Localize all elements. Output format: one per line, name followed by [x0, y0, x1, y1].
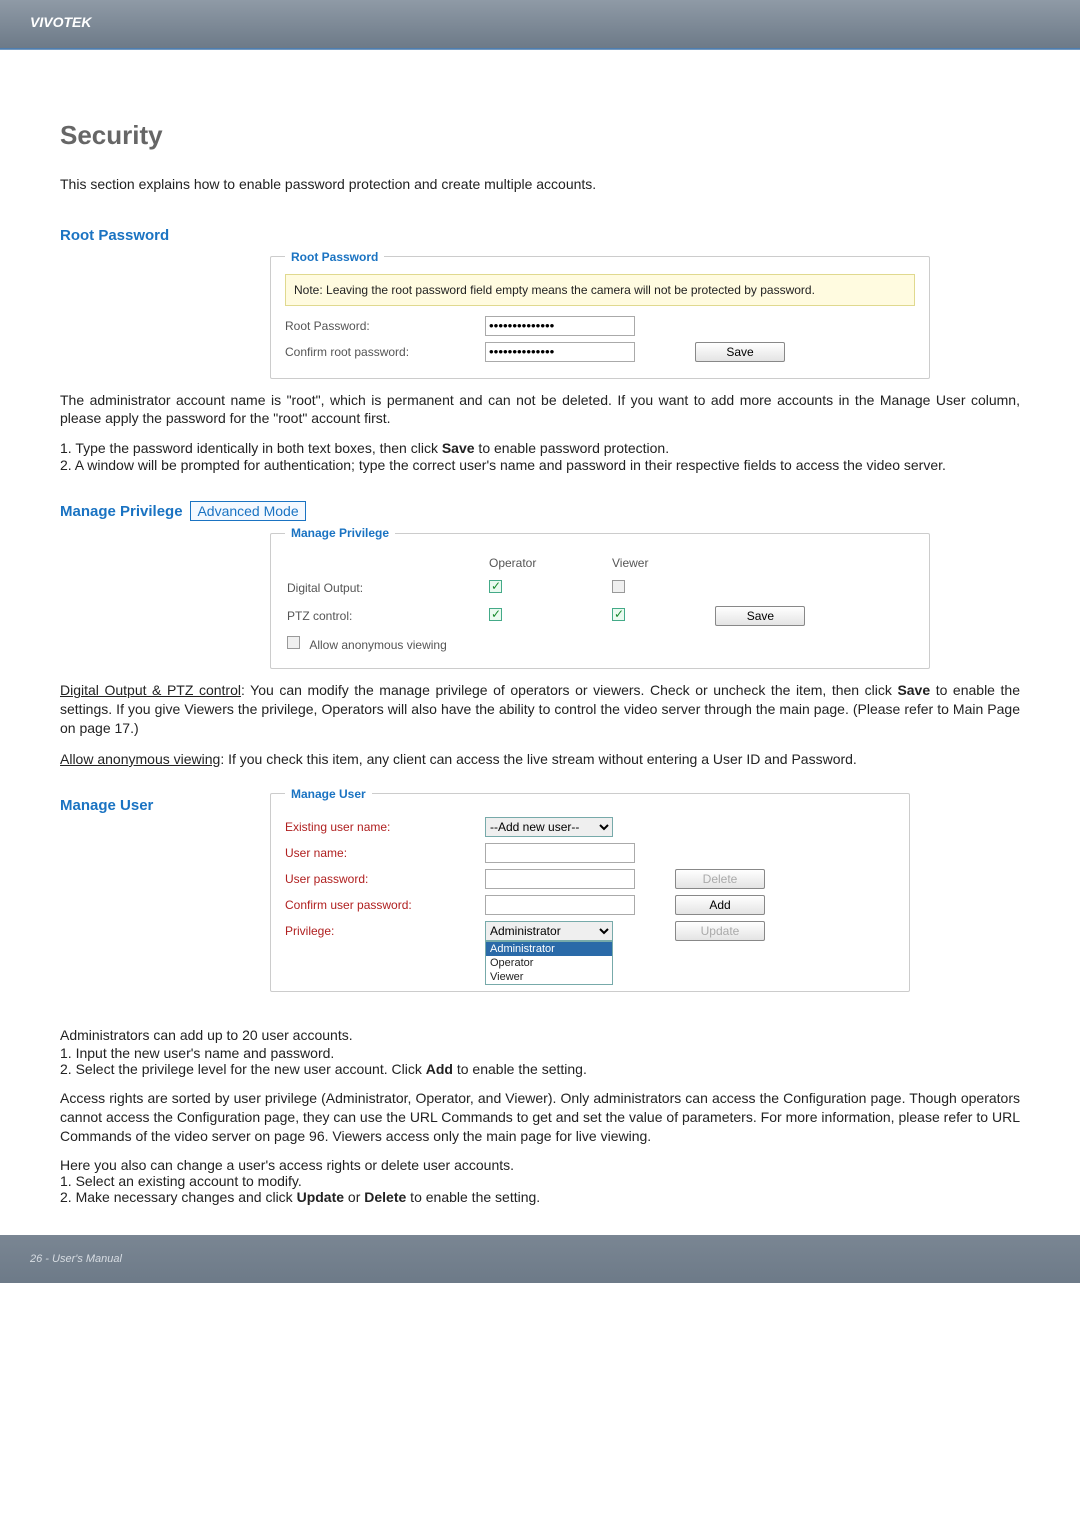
footer-text: 26 - User's Manual	[30, 1253, 122, 1265]
root-password-note: Note: Leaving the root password field em…	[285, 274, 915, 306]
confirm-root-password-input[interactable]	[485, 342, 635, 362]
user-password-input[interactable]	[485, 869, 635, 889]
manage-privilege-panel: Manage Privilege Operator Viewer Digital…	[270, 526, 930, 669]
priv-para-2: Allow anonymous viewing: If you check th…	[60, 750, 1020, 769]
allow-anonymous-checkbox[interactable]	[287, 636, 300, 649]
manage-privilege-legend: Manage Privilege	[285, 526, 395, 540]
advanced-mode-tag: Advanced Mode	[190, 501, 305, 521]
user-para-g: 2. Make necessary changes and click Upda…	[60, 1189, 1020, 1205]
privilege-option-administrator[interactable]: Administrator	[486, 942, 612, 956]
priv-para-1: Digital Output & PTZ control: You can mo…	[60, 681, 1020, 738]
brand-text: VIVOTEK	[30, 14, 91, 30]
page-title: Security	[60, 120, 1020, 151]
privilege-dropdown-list: Administrator Operator Viewer	[485, 941, 613, 985]
user-name-label: User name:	[285, 846, 485, 860]
root-para-2: 1. Type the password identically in both…	[60, 440, 1020, 456]
user-para-c: 2. Select the privilege level for the ne…	[60, 1061, 1020, 1077]
allow-anonymous-label: Allow anonymous viewing	[309, 638, 446, 652]
confirm-root-password-label: Confirm root password:	[285, 345, 485, 359]
confirm-user-password-input[interactable]	[485, 895, 635, 915]
manage-user-legend: Manage User	[285, 787, 372, 801]
root-password-input[interactable]	[485, 316, 635, 336]
delete-button[interactable]: Delete	[675, 869, 765, 889]
root-password-label: Root Password:	[285, 319, 485, 333]
col-viewer: Viewer	[612, 552, 713, 574]
user-para-f: 1. Select an existing account to modify.	[60, 1173, 1020, 1189]
existing-user-label: Existing user name:	[285, 820, 485, 834]
root-password-legend: Root Password	[285, 250, 384, 264]
digital-output-viewer-checkbox[interactable]	[612, 580, 625, 593]
row-digital-output: Digital Output:	[287, 576, 487, 600]
header-rule	[0, 48, 1080, 50]
footer-bar: 26 - User's Manual	[0, 1235, 1080, 1283]
user-name-input[interactable]	[485, 843, 635, 863]
confirm-user-password-label: Confirm user password:	[285, 898, 485, 912]
privilege-save-button[interactable]: Save	[715, 606, 805, 626]
header-bar: VIVOTEK	[0, 0, 1080, 48]
add-button[interactable]: Add	[675, 895, 765, 915]
root-para-1: The administrator account name is "root"…	[60, 391, 1020, 429]
privilege-option-operator[interactable]: Operator	[486, 956, 612, 970]
root-para-3: 2. A window will be prompted for authent…	[60, 456, 1020, 475]
user-para-b: 1. Input the new user's name and passwor…	[60, 1045, 1020, 1061]
col-operator: Operator	[489, 552, 610, 574]
intro-text: This section explains how to enable pass…	[60, 175, 1020, 195]
update-button[interactable]: Update	[675, 921, 765, 941]
root-password-heading: Root Password	[60, 227, 169, 244]
user-password-label: User password:	[285, 872, 485, 886]
privilege-table: Operator Viewer Digital Output: PTZ cont…	[285, 550, 915, 658]
row-ptz-control: PTZ control:	[287, 602, 487, 630]
ptz-viewer-checkbox[interactable]	[612, 608, 625, 621]
root-password-panel: Root Password Note: Leaving the root pas…	[270, 250, 930, 379]
manage-user-panel: Manage User Existing user name: --Add ne…	[270, 787, 910, 992]
user-para-d: Access rights are sorted by user privile…	[60, 1089, 1020, 1146]
manage-user-heading: Manage User	[60, 797, 260, 814]
privilege-label: Privilege:	[285, 924, 485, 938]
existing-user-select[interactable]: --Add new user--	[485, 817, 613, 837]
digital-output-operator-checkbox[interactable]	[489, 580, 502, 593]
user-para-e: Here you also can change a user's access…	[60, 1157, 1020, 1173]
page-body: Security This section explains how to en…	[0, 70, 1080, 1205]
privilege-select[interactable]: Administrator	[485, 921, 613, 941]
manage-privilege-heading: Manage Privilege	[60, 503, 183, 520]
user-para-a: Administrators can add up to 20 user acc…	[60, 1026, 1020, 1045]
root-password-save-button[interactable]: Save	[695, 342, 785, 362]
privilege-option-viewer[interactable]: Viewer	[486, 970, 612, 984]
ptz-operator-checkbox[interactable]	[489, 608, 502, 621]
